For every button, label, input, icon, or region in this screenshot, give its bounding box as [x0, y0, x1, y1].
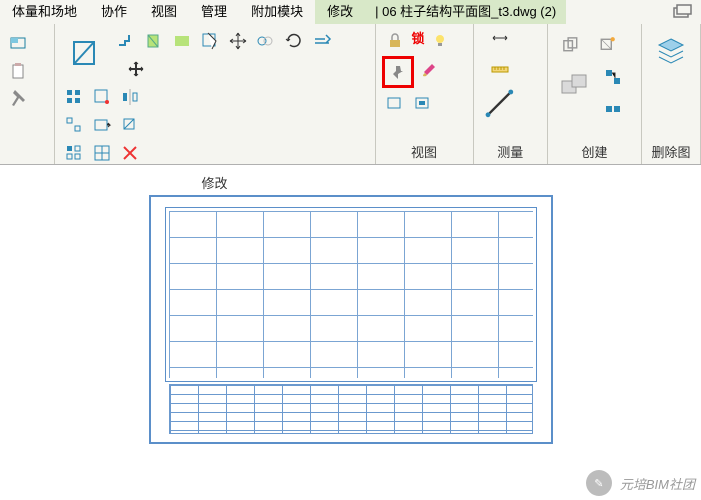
drawing-titleblock: [169, 384, 533, 434]
paint-icon[interactable]: [416, 56, 442, 82]
menubar: 体量和场地 协作 视图 管理 附加模块 修改 | 06 柱子结构平面图_t3.d…: [0, 0, 701, 24]
isolate-icon[interactable]: [410, 90, 436, 116]
menu-addins[interactable]: 附加模块: [239, 0, 315, 24]
split-icon[interactable]: [61, 112, 87, 138]
lock-icon[interactable]: [382, 28, 408, 54]
watermark: ✎ 元培BIM社团: [586, 470, 695, 496]
menu-collab[interactable]: 协作: [89, 0, 139, 24]
cope-icon[interactable]: [113, 28, 139, 54]
menu-manage[interactable]: 管理: [189, 0, 239, 24]
ribbon: 修改 锁 视图 测量: [0, 24, 701, 165]
paste-icon[interactable]: [6, 58, 32, 84]
pasteboard-icon[interactable]: [61, 28, 111, 78]
bulb-icon[interactable]: [427, 28, 453, 54]
panel-clip-label: 删除图: [642, 139, 700, 164]
panel-modify: 修改: [55, 24, 376, 164]
panel-props-label: [0, 158, 54, 164]
mirror-icon[interactable]: [117, 84, 143, 110]
watermark-logo-icon: ✎: [586, 470, 612, 496]
drawing-canvas[interactable]: [0, 165, 701, 449]
delete-icon[interactable]: [117, 140, 143, 166]
file-tab[interactable]: | 06 柱子结构平面图_t3.dwg (2): [365, 0, 566, 24]
panel-create-label: 创建: [548, 139, 641, 164]
create-similar-icon[interactable]: [554, 28, 588, 62]
watermark-text: 元培BIM社团: [620, 474, 695, 493]
move-icon[interactable]: [225, 28, 251, 54]
rotate-icon[interactable]: [281, 28, 307, 54]
pin-option-icon[interactable]: [61, 140, 87, 166]
array-icon[interactable]: [89, 112, 115, 138]
panel-view: 锁 视图: [376, 24, 474, 164]
copy-icon[interactable]: [253, 28, 279, 54]
group-icon[interactable]: [554, 64, 598, 104]
panel-clip: 删除图: [642, 24, 701, 164]
grid-icon[interactable]: [89, 140, 115, 166]
part-icon[interactable]: [600, 92, 626, 118]
panel-measure-label: 测量: [474, 139, 547, 164]
align-icon[interactable]: [61, 84, 87, 110]
panel-toggle-icon[interactable]: [669, 0, 695, 25]
panel-measure: 测量: [474, 24, 548, 164]
pin-icon[interactable]: [382, 56, 414, 88]
menu-view[interactable]: 视图: [139, 0, 189, 24]
panel-modify-label: 修改: [55, 170, 375, 195]
panel-create: 创建: [548, 24, 642, 164]
panel-view-label: 视图: [376, 139, 473, 164]
hammer-icon[interactable]: [6, 86, 32, 112]
offset-icon[interactable]: [89, 84, 115, 110]
assembly-icon[interactable]: [600, 64, 626, 90]
cad-drawing[interactable]: [149, 195, 553, 444]
menu-modify[interactable]: 修改: [315, 0, 365, 24]
measure-icon[interactable]: [480, 84, 520, 124]
activate-icon[interactable]: [197, 28, 223, 54]
menu-mass[interactable]: 体量和场地: [0, 0, 89, 24]
scale-icon[interactable]: [117, 112, 143, 138]
layers-icon[interactable]: [648, 28, 694, 74]
four-arrow-icon[interactable]: [113, 56, 159, 82]
dim-toggle-icon[interactable]: [487, 28, 513, 54]
wall-type-icon[interactable]: [6, 30, 32, 56]
hide-icon[interactable]: [382, 90, 408, 116]
drawing-grid: [169, 211, 533, 378]
join-geom-icon[interactable]: [169, 28, 195, 54]
load-family-icon[interactable]: [590, 28, 624, 62]
trim-icon[interactable]: [309, 28, 335, 54]
panel-properties: [0, 24, 55, 164]
cut-geom-icon[interactable]: [141, 28, 167, 54]
ruler-icon[interactable]: [487, 56, 513, 82]
lock-label: 锁: [412, 28, 425, 54]
